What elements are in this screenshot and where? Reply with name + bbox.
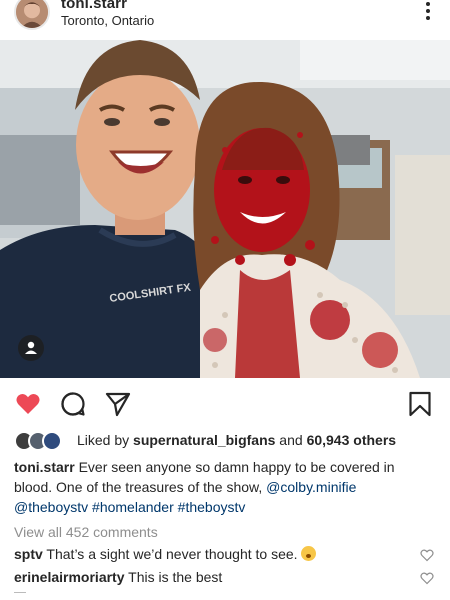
post-header: toni.starr Toronto, Ontario [0, 0, 450, 40]
avatar[interactable] [14, 0, 50, 30]
heart-icon[interactable] [14, 390, 42, 418]
likes-text[interactable]: Liked by supernatural_bigfans and 60,943… [77, 432, 396, 448]
comment-row: erinelairmoriarty This is the best [14, 567, 434, 589]
caption-username[interactable]: toni.starr [14, 459, 75, 475]
send-icon[interactable] [104, 390, 132, 418]
post-caption: toni.starr Ever seen anyone so damn happ… [14, 457, 434, 517]
liker-avatars [14, 431, 74, 451]
post-photo[interactable]: COOLSHIRT FX [0, 40, 450, 378]
avatar [42, 431, 62, 451]
likes-row[interactable]: Liked by supernatural_bigfans and 60,943… [14, 430, 444, 452]
mention-link[interactable]: @colby.minifie [266, 479, 356, 495]
hashtag-link[interactable]: #theboystv [178, 499, 246, 515]
comment-username[interactable]: sptv [14, 546, 43, 562]
comment-icon[interactable] [59, 390, 87, 418]
comment-row: sptv That’s a sight we’d never thought t… [14, 544, 434, 566]
bookmark-icon[interactable] [406, 390, 434, 418]
view-all-comments-link[interactable]: View all 452 comments [14, 524, 158, 540]
hashtag-link[interactable]: #homelander [92, 499, 174, 515]
post-location[interactable]: Toronto, Ontario [61, 13, 154, 28]
user-tag-icon[interactable] [18, 335, 44, 361]
action-bar [0, 378, 450, 428]
comment-text: That’s a sight we’d never thought to see… [42, 546, 302, 562]
more-icon[interactable] [424, 2, 432, 24]
liker-username[interactable]: supernatural_bigfans [133, 432, 275, 448]
likes-prefix: Liked by [77, 432, 134, 448]
comment-text: This is the best [124, 569, 223, 585]
mention-link[interactable]: @theboystv [14, 499, 88, 515]
flushed-face-emoji-icon [301, 546, 317, 561]
post-username[interactable]: toni.starr [61, 0, 127, 12]
comment-heart-icon[interactable] [420, 548, 434, 562]
divider [14, 592, 26, 600]
likes-middle: and [275, 432, 307, 448]
comment-heart-icon[interactable] [420, 571, 434, 585]
likes-count[interactable]: 60,943 others [307, 432, 397, 448]
comment-username[interactable]: erinelairmoriarty [14, 569, 125, 585]
